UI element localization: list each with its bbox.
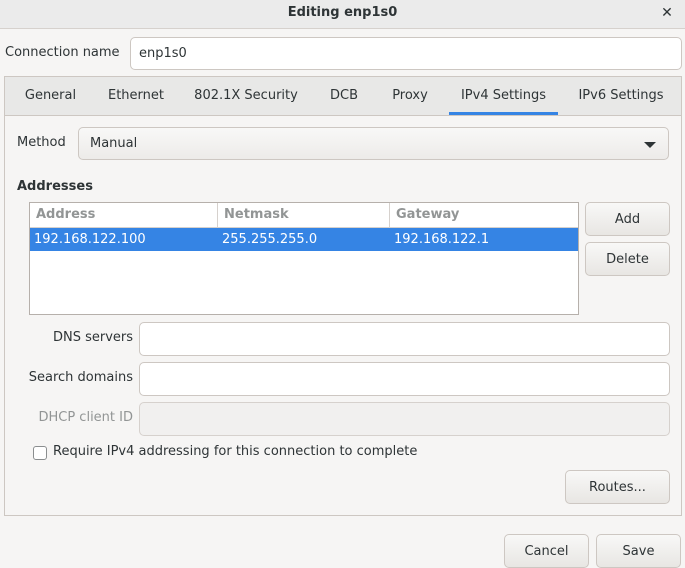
cell-address[interactable]: 192.168.122.100 [34, 228, 146, 251]
search-domains-input[interactable] [139, 362, 670, 396]
search-domains-label: Search domains [28, 370, 133, 385]
tab-proxy[interactable]: Proxy [381, 77, 439, 115]
chevron-down-icon [644, 142, 656, 148]
dhcp-client-id-label: DHCP client ID [38, 410, 133, 425]
add-address-button[interactable]: Add [585, 202, 670, 236]
addresses-title: Addresses [17, 179, 93, 194]
window-title: Editing enp1s0 [287, 5, 398, 20]
cell-gateway[interactable]: 192.168.122.1 [394, 228, 489, 251]
tab-ipv4-settings[interactable]: IPv4 Settings [449, 77, 558, 115]
title-bar: Editing enp1s0 ✕ [0, 0, 685, 29]
method-dropdown[interactable]: Manual [78, 127, 669, 160]
column-header-address[interactable]: Address [30, 203, 218, 227]
tab-ipv6-settings[interactable]: IPv6 Settings [568, 77, 674, 115]
dns-servers-label: DNS servers [52, 330, 133, 345]
require-ipv4-checkbox[interactable] [33, 446, 47, 460]
cell-netmask[interactable]: 255.255.255.0 [222, 228, 317, 251]
dns-servers-input[interactable] [139, 322, 670, 356]
delete-address-button[interactable]: Delete [585, 242, 670, 276]
connection-name-label: Connection name [5, 45, 120, 60]
tab-dcb[interactable]: DCB [320, 77, 368, 115]
column-header-netmask[interactable]: Netmask [218, 203, 390, 227]
tab-general[interactable]: General [16, 77, 85, 115]
method-label: Method [17, 135, 66, 150]
method-value: Manual [90, 136, 138, 151]
table-row[interactable]: 192.168.122.100 255.255.255.0 192.168.12… [30, 228, 578, 251]
connection-name-input[interactable] [130, 37, 682, 70]
close-icon[interactable]: ✕ [657, 3, 677, 23]
routes-button[interactable]: Routes... [565, 470, 670, 504]
tab-bar: General Ethernet 802.1X Security DCB Pro… [5, 77, 681, 116]
addresses-table[interactable]: Address Netmask Gateway 192.168.122.100 … [29, 202, 579, 315]
require-ipv4-label[interactable]: Require IPv4 addressing for this connect… [53, 444, 417, 459]
column-header-gateway[interactable]: Gateway [390, 203, 578, 227]
tab-ethernet[interactable]: Ethernet [99, 77, 173, 115]
addresses-table-header: Address Netmask Gateway [30, 203, 578, 228]
dhcp-client-id-input [139, 402, 670, 436]
tab-8021x-security[interactable]: 802.1X Security [187, 77, 305, 115]
